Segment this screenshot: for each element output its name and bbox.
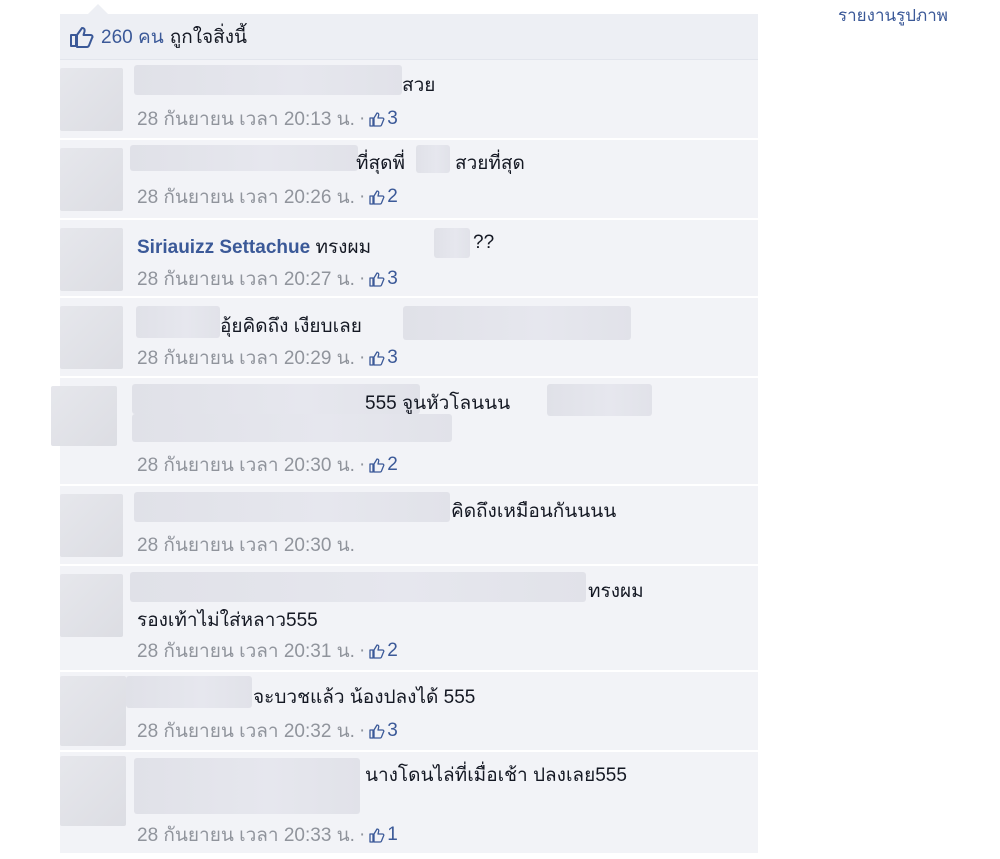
avatar[interactable] (60, 574, 123, 637)
likes-bar: 260 คน ถูกใจสิ่งนี้ (60, 14, 758, 60)
thumbs-up-icon[interactable] (69, 26, 95, 48)
thumbs-up-icon (369, 189, 385, 205)
comment-meta: 28 กันยายน เวลา 20:13 น. · 3 (137, 104, 398, 134)
comment-like-count[interactable]: 3 (369, 720, 398, 742)
comment-item: นางโดนไล่ที่เมื่อเช้า ปลงเลย555 28 กันยา… (60, 752, 758, 855)
comment-item: 555 จูนหัวโลนนน 28 กันยายน เวลา 20:30 น.… (51, 378, 758, 486)
avatar[interactable] (60, 494, 123, 557)
comment-meta: 28 กันยายน เวลา 20:33 น. · 1 (137, 820, 398, 850)
comment-item: Siriauizz Settachue ทรงผม ?? 28 กันยายน … (60, 220, 758, 298)
comment-item: ทรงผม รองเท้าไม่ใส่หลาว555 28 กันยายน เว… (60, 566, 758, 672)
avatar[interactable] (60, 756, 126, 826)
likes-count[interactable]: 260 คน (101, 22, 164, 52)
thumbs-up-icon (369, 723, 385, 739)
avatar[interactable] (60, 676, 126, 746)
comment-meta: 28 กันยายน เวลา 20:27 น. · 3 (137, 264, 398, 294)
comment-meta: 28 กันยายน เวลา 20:31 น. · 2 (137, 636, 398, 666)
comment-meta: 28 กันยายน เวลา 20:30 น. (137, 530, 355, 560)
redacted-author (130, 572, 586, 602)
likes-text: ถูกใจสิ่งนี้ (169, 26, 247, 48)
thumbs-up-icon (369, 457, 385, 473)
report-photo-link[interactable]: รายงานรูปภาพ (838, 2, 948, 29)
comment-text-continued: สวยที่สุด (455, 153, 525, 174)
thumbs-up-icon (369, 827, 385, 843)
comment-text: จะบวชแล้ว น้องปลงได้ 555 (253, 687, 476, 708)
comment-text: อุ้ยคิดถึง เงียบเลย (220, 316, 362, 337)
redacted-author (134, 65, 402, 95)
comment-text: Siriauizz Settachue ทรงผม (137, 237, 372, 258)
comment-like-count[interactable]: 1 (369, 824, 398, 846)
comment-like-count[interactable]: 2 (369, 186, 398, 208)
thumbs-up-icon (369, 643, 385, 659)
comment-timestamp[interactable]: 28 กันยายน เวลา 20:30 น. (137, 450, 355, 480)
comment-like-count[interactable]: 3 (369, 268, 398, 290)
comment-text-continued: ?? (473, 232, 495, 253)
comment-like-count[interactable]: 3 (369, 347, 398, 369)
comment-item: ที่สุดพี่ สวยที่สุด 28 กันยายน เวลา 20:2… (60, 140, 758, 220)
redacted-author (126, 676, 252, 708)
redacted-author (134, 492, 450, 522)
avatar[interactable] (60, 68, 123, 131)
comment-meta: 28 กันยายน เวลา 20:32 น. · 3 (137, 716, 398, 746)
comment-item: คิดถึงเหมือนกันนนน 28 กันยายน เวลา 20:30… (60, 486, 758, 566)
comment-meta: 28 กันยายน เวลา 20:26 น. · 2 (137, 182, 398, 212)
comment-like-count[interactable]: 2 (369, 640, 398, 662)
comment-item: จะบวชแล้ว น้องปลงได้ 555 28 กันยายน เวลา… (60, 672, 758, 752)
comment-timestamp[interactable]: 28 กันยายน เวลา 20:30 น. (137, 530, 355, 560)
redacted-name (434, 228, 470, 258)
comment-timestamp[interactable]: 28 กันยายน เวลา 20:27 น. (137, 264, 355, 294)
avatar[interactable] (51, 386, 117, 446)
comment-timestamp[interactable]: 28 กันยายน เวลา 20:32 น. (137, 716, 355, 746)
redacted-tag (132, 414, 452, 442)
comment-like-count[interactable]: 3 (369, 108, 398, 130)
avatar[interactable] (60, 306, 123, 369)
comment-item: อุ้ยคิดถึง เงียบเลย 28 กันยายน เวลา 20:2… (60, 298, 758, 378)
comment-text: สวย (402, 75, 436, 96)
comment-meta: 28 กันยายน เวลา 20:29 น. · 3 (137, 343, 398, 373)
redacted-author (134, 758, 360, 814)
avatar[interactable] (60, 228, 123, 291)
redacted-name (416, 145, 450, 173)
comment-timestamp[interactable]: 28 กันยายน เวลา 20:33 น. (137, 820, 355, 850)
comment-item: สวย 28 กันยายน เวลา 20:13 น. · 3 (60, 60, 758, 140)
thumbs-up-icon (369, 111, 385, 127)
comment-timestamp[interactable]: 28 กันยายน เวลา 20:13 น. (137, 104, 355, 134)
thumbs-up-icon (369, 271, 385, 287)
comment-text: ที่สุดพี่ (356, 153, 405, 174)
comment-timestamp[interactable]: 28 กันยายน เวลา 20:31 น. (137, 636, 355, 666)
redacted-author (130, 145, 358, 171)
comment-meta: 28 กันยายน เวลา 20:30 น. · 2 (137, 450, 398, 480)
comment-text-continued: รองเท้าไม่ใส่หลาว555 (137, 610, 318, 631)
redacted-tag (403, 306, 631, 340)
comment-like-count[interactable]: 2 (369, 454, 398, 476)
comment-timestamp[interactable]: 28 กันยายน เวลา 20:29 น. (137, 343, 355, 373)
redacted-tag (547, 384, 652, 416)
avatar[interactable] (60, 148, 123, 211)
comment-text: คิดถึงเหมือนกันนนน (451, 501, 617, 522)
comment-timestamp[interactable]: 28 กันยายน เวลา 20:26 น. (137, 182, 355, 212)
comment-text: นางโดนไล่ที่เมื่อเช้า ปลงเลย555 (365, 765, 627, 786)
comment-author[interactable]: Siriauizz Settachue (137, 237, 310, 258)
comment-text: ทรงผม (588, 581, 644, 602)
redacted-author (136, 306, 220, 338)
comments-feed: 260 คน ถูกใจสิ่งนี้ สวย 28 กันยายน เวลา … (51, 4, 758, 855)
thumbs-up-icon (369, 350, 385, 366)
